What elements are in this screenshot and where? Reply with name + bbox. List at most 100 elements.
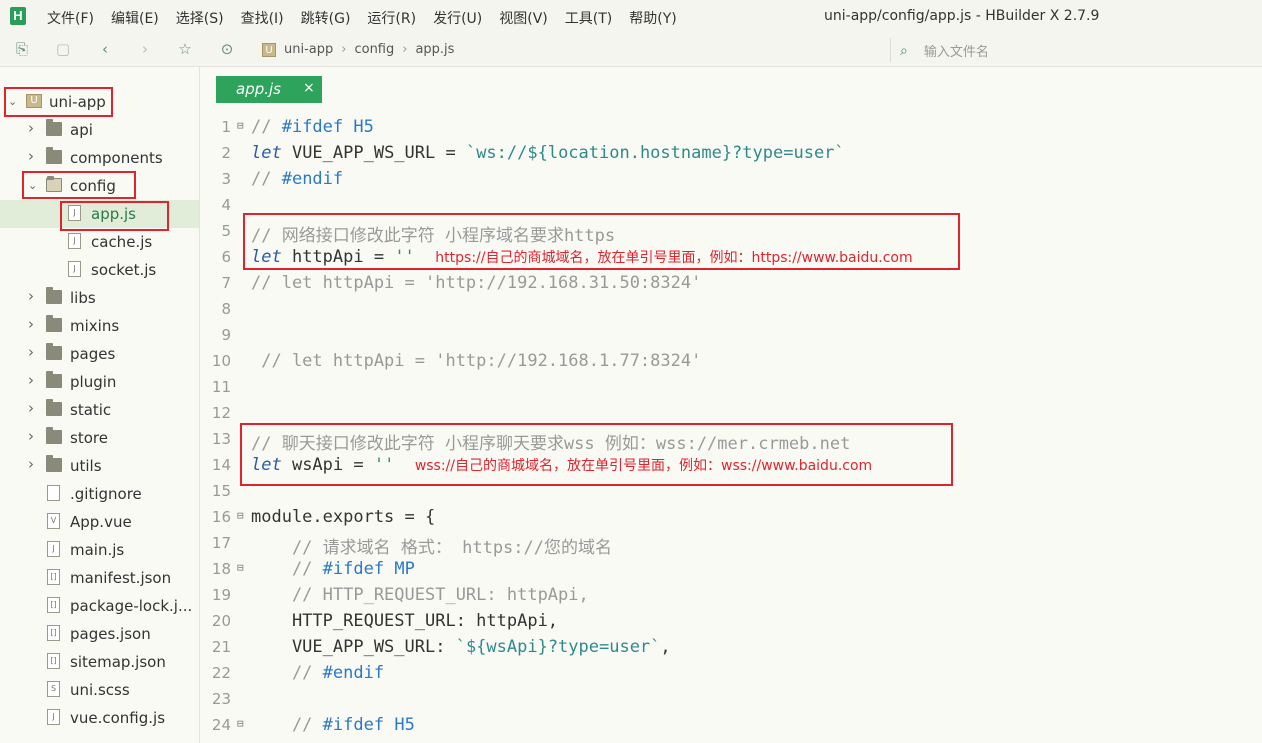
run-icon[interactable]: ⊙ <box>218 40 236 58</box>
tab-app-js[interactable]: app.js × <box>216 76 322 103</box>
menu-item[interactable]: 运行(R) <box>367 8 416 28</box>
code-line[interactable]: 18 ⊟ // #ifdef MP <box>200 557 1262 583</box>
tree-item[interactable]: Jcache.js <box>0 228 199 256</box>
code-line[interactable]: 7 // let httpApi = 'http://192.168.31.50:… <box>200 271 1262 297</box>
code-line[interactable]: 23 <box>200 687 1262 713</box>
star-icon[interactable]: ☆ <box>176 40 194 58</box>
code-token: #endif <box>322 663 385 683</box>
code-text: // #ifdef H5 <box>251 715 415 735</box>
save-icon[interactable]: ▢ <box>54 40 72 58</box>
code-line[interactable]: 2 let VUE_APP_WS_URL = `ws://${location.h… <box>200 141 1262 167</box>
menu-item[interactable]: 编辑(E) <box>111 8 159 28</box>
fold-icon[interactable]: ⊟ <box>237 509 244 522</box>
chevron-right-icon[interactable]: › <box>28 427 34 445</box>
code-token: // <box>251 169 282 189</box>
menu-item[interactable]: 发行(U) <box>433 8 482 28</box>
tree-item[interactable]: › libs <box>0 284 199 312</box>
code-token: // let httpApi = 'http://192.168.1.77:83… <box>251 351 702 371</box>
code-text: // let httpApi = 'http://192.168.31.50:8… <box>251 273 701 293</box>
code-line[interactable]: 10 // let httpApi = 'http://192.168.1.77… <box>200 349 1262 375</box>
chevron-right-icon[interactable]: › <box>28 343 34 361</box>
highlight-box-httpapi <box>243 213 960 270</box>
back-icon[interactable]: ‹ <box>96 40 114 58</box>
fold-icon[interactable]: ⊟ <box>237 119 244 132</box>
tree-item-label: App.vue <box>70 513 132 531</box>
tree-item[interactable]: [] manifest.json <box>0 564 199 592</box>
chevron-right-icon[interactable]: › <box>28 147 34 165</box>
tree-item[interactable]: Suni.scss <box>0 676 199 704</box>
breadcrumb: U uni-app › config › app.js <box>262 42 454 57</box>
code-line[interactable]: 19 // HTTP_REQUEST_URL: httpApi, <box>200 583 1262 609</box>
tree-item[interactable]: › mixins <box>0 312 199 340</box>
chevron-right-icon[interactable]: › <box>28 119 34 137</box>
code-line[interactable]: 8 <box>200 297 1262 323</box>
code-line[interactable]: 1 ⊟ // #ifdef H5 <box>200 115 1262 141</box>
code-text: // #ifdef H5 <box>251 117 374 137</box>
breadcrumb-item[interactable]: app.js <box>415 42 454 57</box>
tree-item[interactable]: V App.vue <box>0 508 199 536</box>
line-number: 18 <box>211 560 231 578</box>
project-tree: ⌄ Uuni-app › api › components ⌄ config Japp.js Jc… <box>0 67 200 743</box>
tree-item[interactable]: › components <box>0 144 199 172</box>
code-editor[interactable]: app.js × 1 ⊟ // #ifdef H5 2 let VUE_APP_WS_U… <box>200 67 1262 743</box>
breadcrumb-item[interactable]: uni-app <box>284 42 333 57</box>
toolbar: ⎘ ▢ ‹ › ☆ ⊙ U uni-app › config › app.js … <box>0 34 1262 67</box>
tree-item[interactable]: [] sitemap.json <box>0 648 199 676</box>
tree-item[interactable]: Jsocket.js <box>0 256 199 284</box>
close-icon[interactable]: × <box>303 80 315 96</box>
new-file-icon[interactable]: ⎘ <box>13 40 31 58</box>
tree-item[interactable]: .gitignore <box>0 480 199 508</box>
menu-item[interactable]: 视图(V) <box>499 8 548 28</box>
code-text: VUE_APP_WS_URL: `${wsApi}?type=user`, <box>251 637 671 657</box>
fold-icon[interactable]: ⊟ <box>237 561 244 574</box>
chevron-right-icon[interactable]: › <box>28 315 34 333</box>
menu-item[interactable]: 帮助(Y) <box>629 8 676 28</box>
tree-item[interactable]: Jvue.config.js <box>0 704 199 732</box>
tree-item[interactable]: › plugin <box>0 368 199 396</box>
tree-item[interactable]: [] pages.json <box>0 620 199 648</box>
folder-icon <box>46 119 62 136</box>
menu-item[interactable]: 工具(T) <box>565 8 612 28</box>
code-line[interactable]: 20 HTTP_REQUEST_URL: httpApi, <box>200 609 1262 635</box>
tree-item[interactable]: › static <box>0 396 199 424</box>
code-line[interactable]: 17 // 请求域名 格式： https://您的域名 <box>200 531 1262 558</box>
line-number: 8 <box>221 300 231 318</box>
tree-item[interactable]: › api <box>0 116 199 144</box>
forward-icon[interactable]: › <box>136 40 154 58</box>
chevron-right-icon[interactable]: › <box>28 455 34 473</box>
chevron-right-icon[interactable]: › <box>28 371 34 389</box>
chevron-right-icon: › <box>341 42 347 57</box>
code-line[interactable]: 11 <box>200 375 1262 401</box>
code-text: // let httpApi = 'http://192.168.1.77:83… <box>251 351 701 371</box>
tree-item[interactable]: › pages <box>0 340 199 368</box>
menu-item[interactable]: 选择(S) <box>176 8 224 28</box>
chevron-right-icon[interactable]: › <box>28 287 34 305</box>
menu-item[interactable]: 跳转(G) <box>301 8 351 28</box>
menu-bar: H 文件(F) 编辑(E) 选择(S) 查找(I) 跳转(G) 运行(R) 发行(U) 视图(… <box>0 0 1262 34</box>
fold-icon[interactable]: ⊟ <box>237 717 244 730</box>
code-text: // #endif <box>251 663 384 683</box>
menu-item[interactable]: 查找(I) <box>241 8 284 28</box>
code-line[interactable]: 24 ⊟ // #ifdef H5 <box>200 713 1262 739</box>
breadcrumb-item[interactable]: config <box>354 42 394 57</box>
chevron-right-icon[interactable]: › <box>28 399 34 417</box>
code-line[interactable]: 3 // #endif <box>200 167 1262 193</box>
code-line[interactable]: 9 <box>200 323 1262 349</box>
tree-item[interactable]: [] package-lock.j... <box>0 592 199 620</box>
code-line[interactable]: 16 ⊟ module.exports = { <box>200 505 1262 531</box>
file-search[interactable]: ⌕ 输入文件名 <box>900 41 989 61</box>
code-line[interactable]: 22 // #endif <box>200 661 1262 687</box>
file-icon: S <box>47 681 60 697</box>
tree-item[interactable]: › utils <box>0 452 199 480</box>
file-search-icon: ⌕ <box>900 42 908 59</box>
file-search-input[interactable]: 输入文件名 <box>924 41 989 60</box>
menu-item[interactable]: 文件(F) <box>47 8 94 28</box>
code-line[interactable]: 21 VUE_APP_WS_URL: `${wsApi}?type=user`, <box>200 635 1262 661</box>
tree-item[interactable]: Jmain.js <box>0 536 199 564</box>
line-number: 11 <box>211 378 231 396</box>
tree-item[interactable]: › store <box>0 424 199 452</box>
line-number: 10 <box>211 352 231 370</box>
line-number: 5 <box>221 222 231 240</box>
line-number: 22 <box>211 664 231 682</box>
